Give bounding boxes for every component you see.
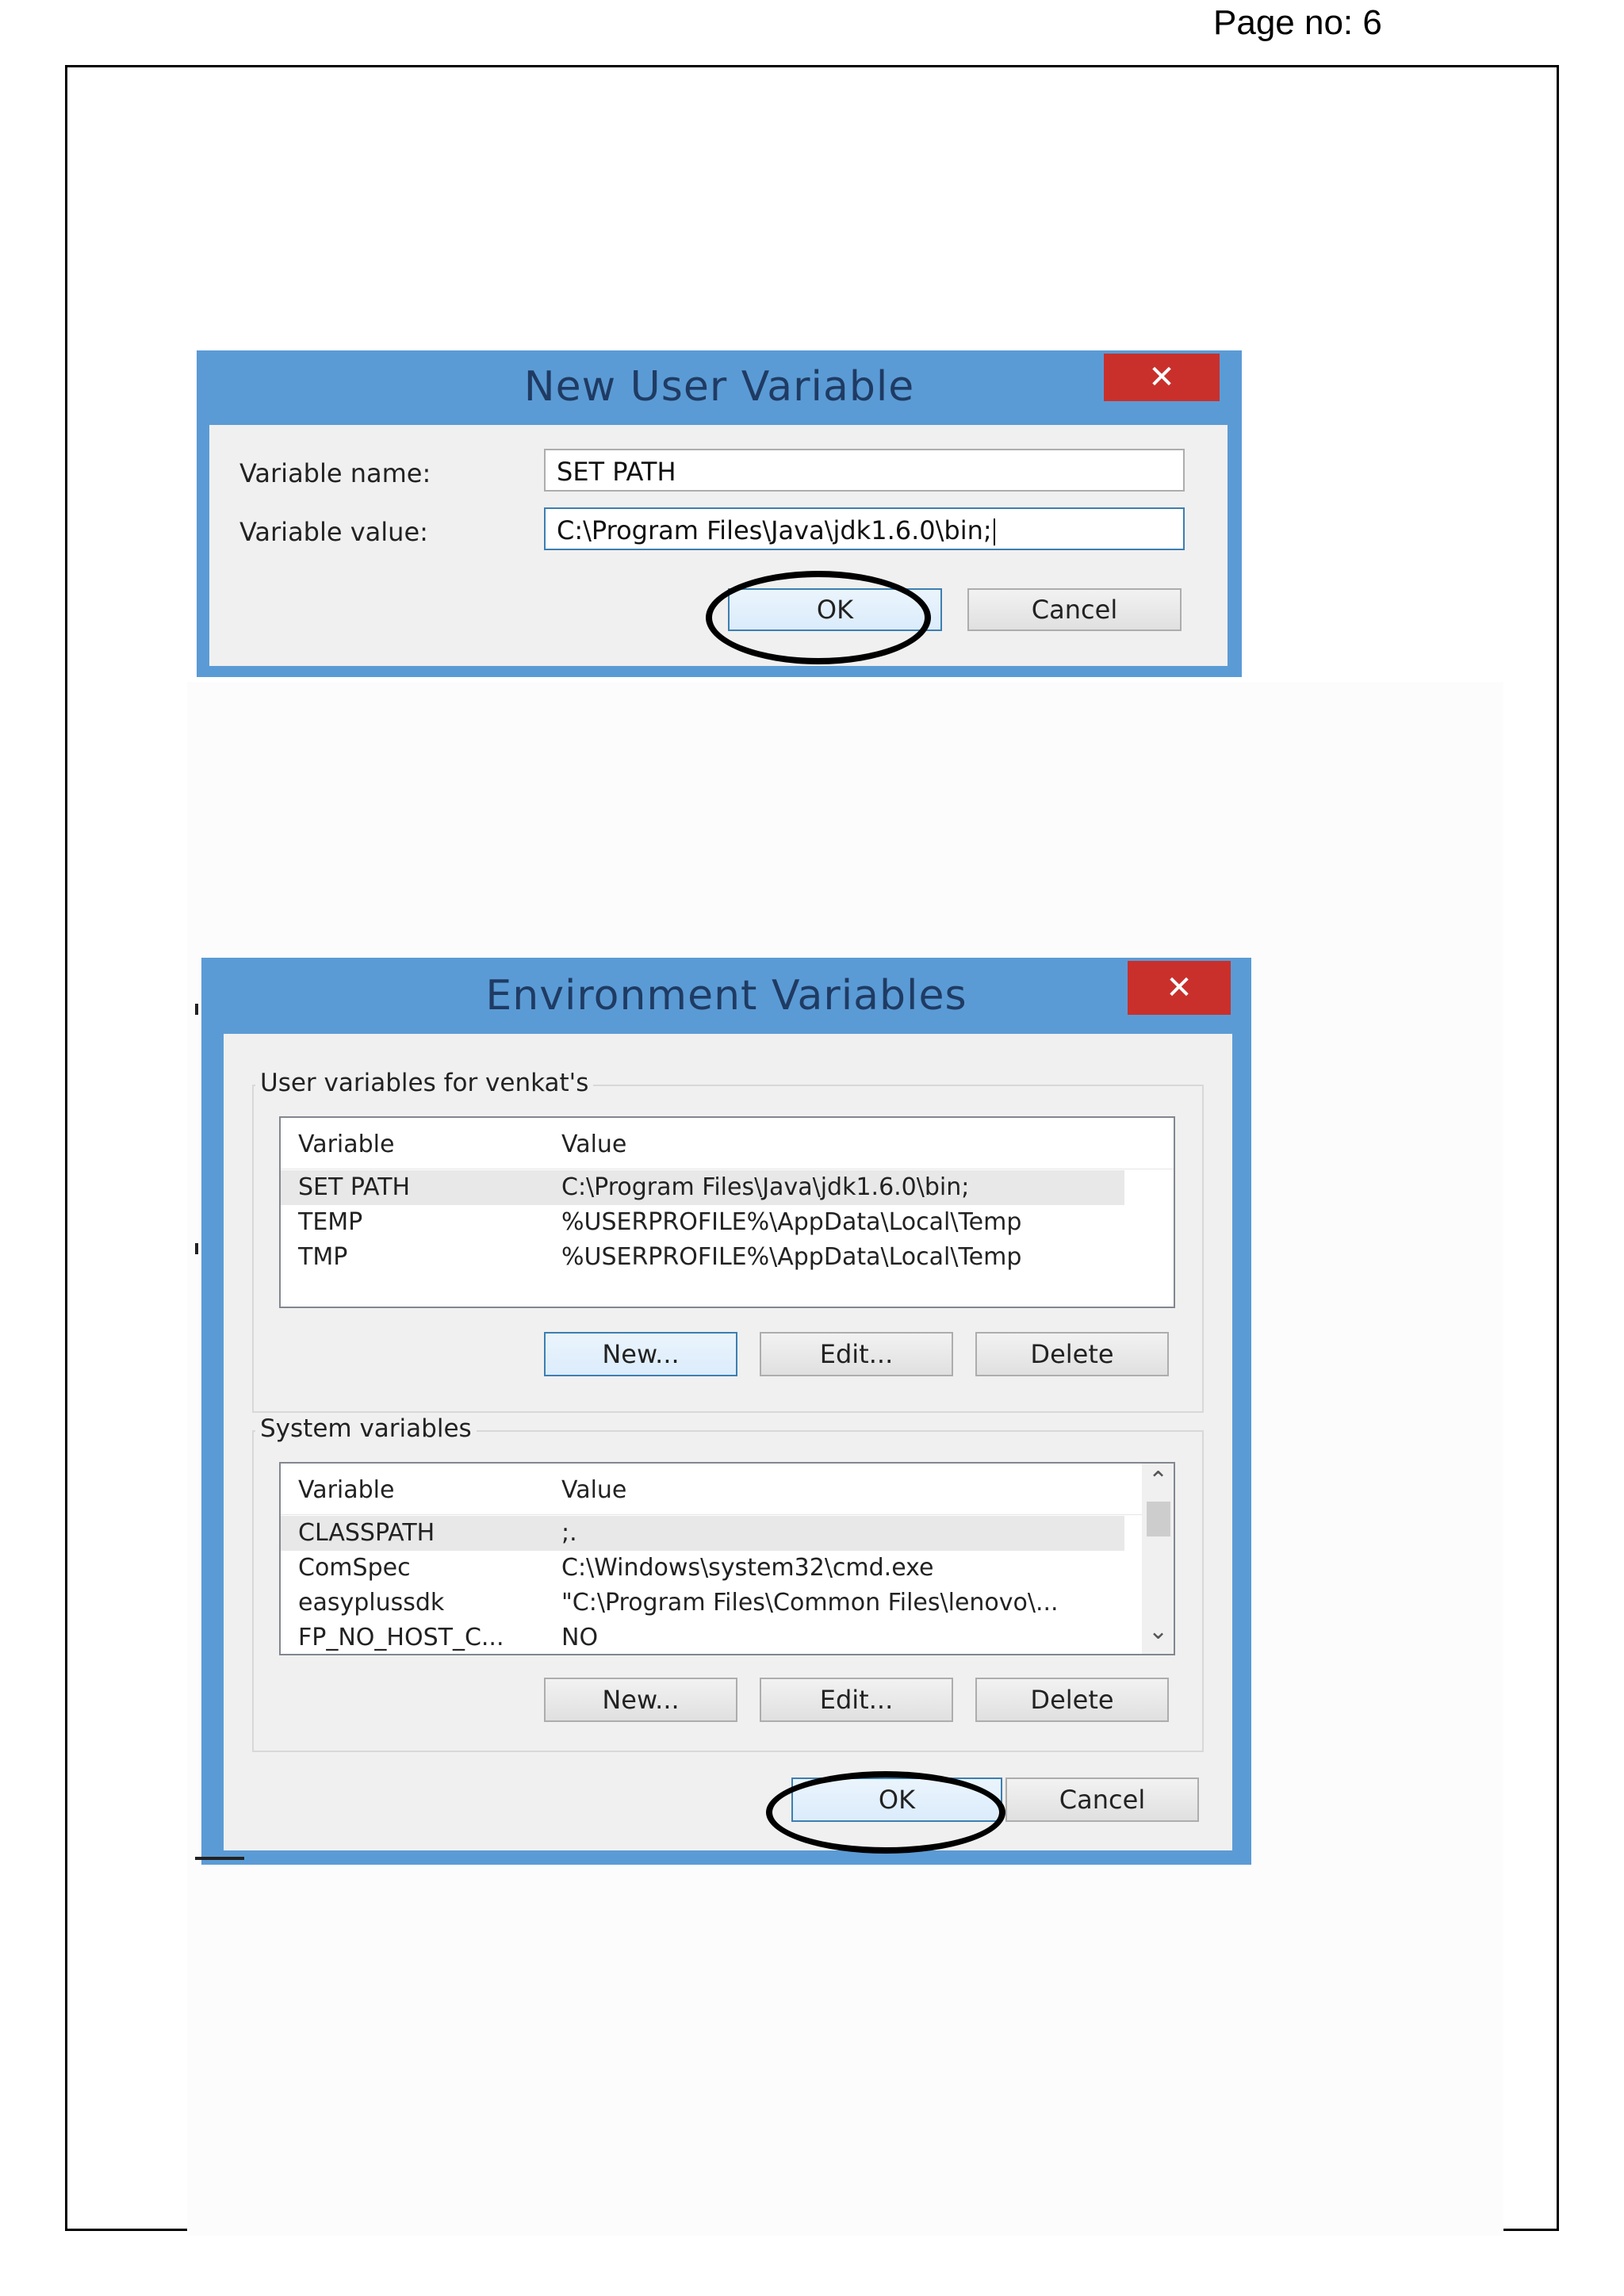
table-row-value[interactable]: "C:\Program Files\Common Files\lenovo\..… [561,1589,1059,1617]
scan-artifact [195,1243,198,1254]
dialog-title: New User Variable [523,363,915,411]
system-new-button[interactable]: New... [544,1678,737,1722]
scan-artifact [195,1857,244,1860]
column-header-value[interactable]: Value [561,1476,626,1504]
scrollbar-thumb[interactable] [1147,1502,1170,1536]
user-variables-list[interactable]: Variable Value SET PATH C:\Program Files… [279,1116,1175,1308]
system-variables-list[interactable]: Variable Value CLASSPATH ;. ComSpec C:\W… [279,1462,1175,1655]
user-new-button[interactable]: New... [544,1332,737,1376]
user-edit-button[interactable]: Edit... [760,1332,953,1376]
dialog-client-area: User variables for venkat's Variable Val… [224,1034,1232,1850]
variable-value-input[interactable]: C:\Program Files\Java\jdk1.6.0\bin; [544,507,1185,550]
cancel-button[interactable]: Cancel [1005,1777,1199,1822]
chevron-up-icon[interactable]: ⌃ [1148,1467,1168,1494]
column-header-variable[interactable]: Variable [298,1476,394,1504]
environment-variables-dialog: Environment Variables ✕ User variables f… [201,958,1251,1865]
variable-value-label: Variable value: [239,517,428,547]
ok-highlight-ellipse [706,571,931,664]
close-icon: ✕ [1148,359,1175,396]
table-row-variable[interactable]: easyplussdk [298,1589,444,1617]
close-button[interactable]: ✕ [1128,961,1231,1015]
table-row-value[interactable]: C:\Program Files\Java\jdk1.6.0\bin; [561,1173,969,1201]
scan-artifact [195,1004,198,1015]
list-header [281,1464,1174,1515]
column-header-value[interactable]: Value [561,1131,626,1158]
system-delete-button[interactable]: Delete [975,1678,1169,1722]
system-edit-button[interactable]: Edit... [760,1678,953,1722]
close-icon: ✕ [1166,970,1193,1006]
system-variables-group-label: System variables [255,1414,477,1443]
variable-value-text: C:\Program Files\Java\jdk1.6.0\bin; [557,515,992,545]
close-button[interactable]: ✕ [1104,354,1220,401]
table-row-variable[interactable]: TEMP [298,1208,362,1236]
table-row-value[interactable]: %USERPROFILE%\AppData\Local\Temp [561,1208,1021,1236]
ok-highlight-ellipse [766,1771,1005,1854]
variable-name-label: Variable name: [239,458,431,488]
cancel-button[interactable]: Cancel [967,588,1182,631]
chevron-down-icon[interactable]: ⌄ [1148,1617,1168,1645]
table-row-value[interactable]: %USERPROFILE%\AppData\Local\Temp [561,1243,1021,1271]
new-user-variable-dialog: New User Variable ✕ Variable name: SET P… [197,350,1242,677]
column-header-variable[interactable]: Variable [298,1131,394,1158]
table-row-value[interactable]: C:\Windows\system32\cmd.exe [561,1554,933,1582]
table-row-variable[interactable]: TMP [298,1243,347,1271]
table-row-variable[interactable]: ComSpec [298,1554,411,1582]
table-row-value[interactable]: NO [561,1624,598,1651]
dialog-title: Environment Variables [485,972,967,1020]
list-header [281,1118,1174,1169]
user-delete-button[interactable]: Delete [975,1332,1169,1376]
table-row-variable[interactable]: CLASSPATH [298,1519,435,1547]
table-row-variable[interactable]: FP_NO_HOST_C... [298,1624,504,1651]
table-row-value[interactable]: ;. [561,1519,577,1547]
page-number: Page no: 6 [1213,3,1382,42]
table-row-variable[interactable]: SET PATH [298,1173,410,1201]
user-variables-group-label: User variables for venkat's [255,1069,594,1097]
variable-name-input[interactable]: SET PATH [544,449,1185,492]
text-cursor [993,519,995,545]
